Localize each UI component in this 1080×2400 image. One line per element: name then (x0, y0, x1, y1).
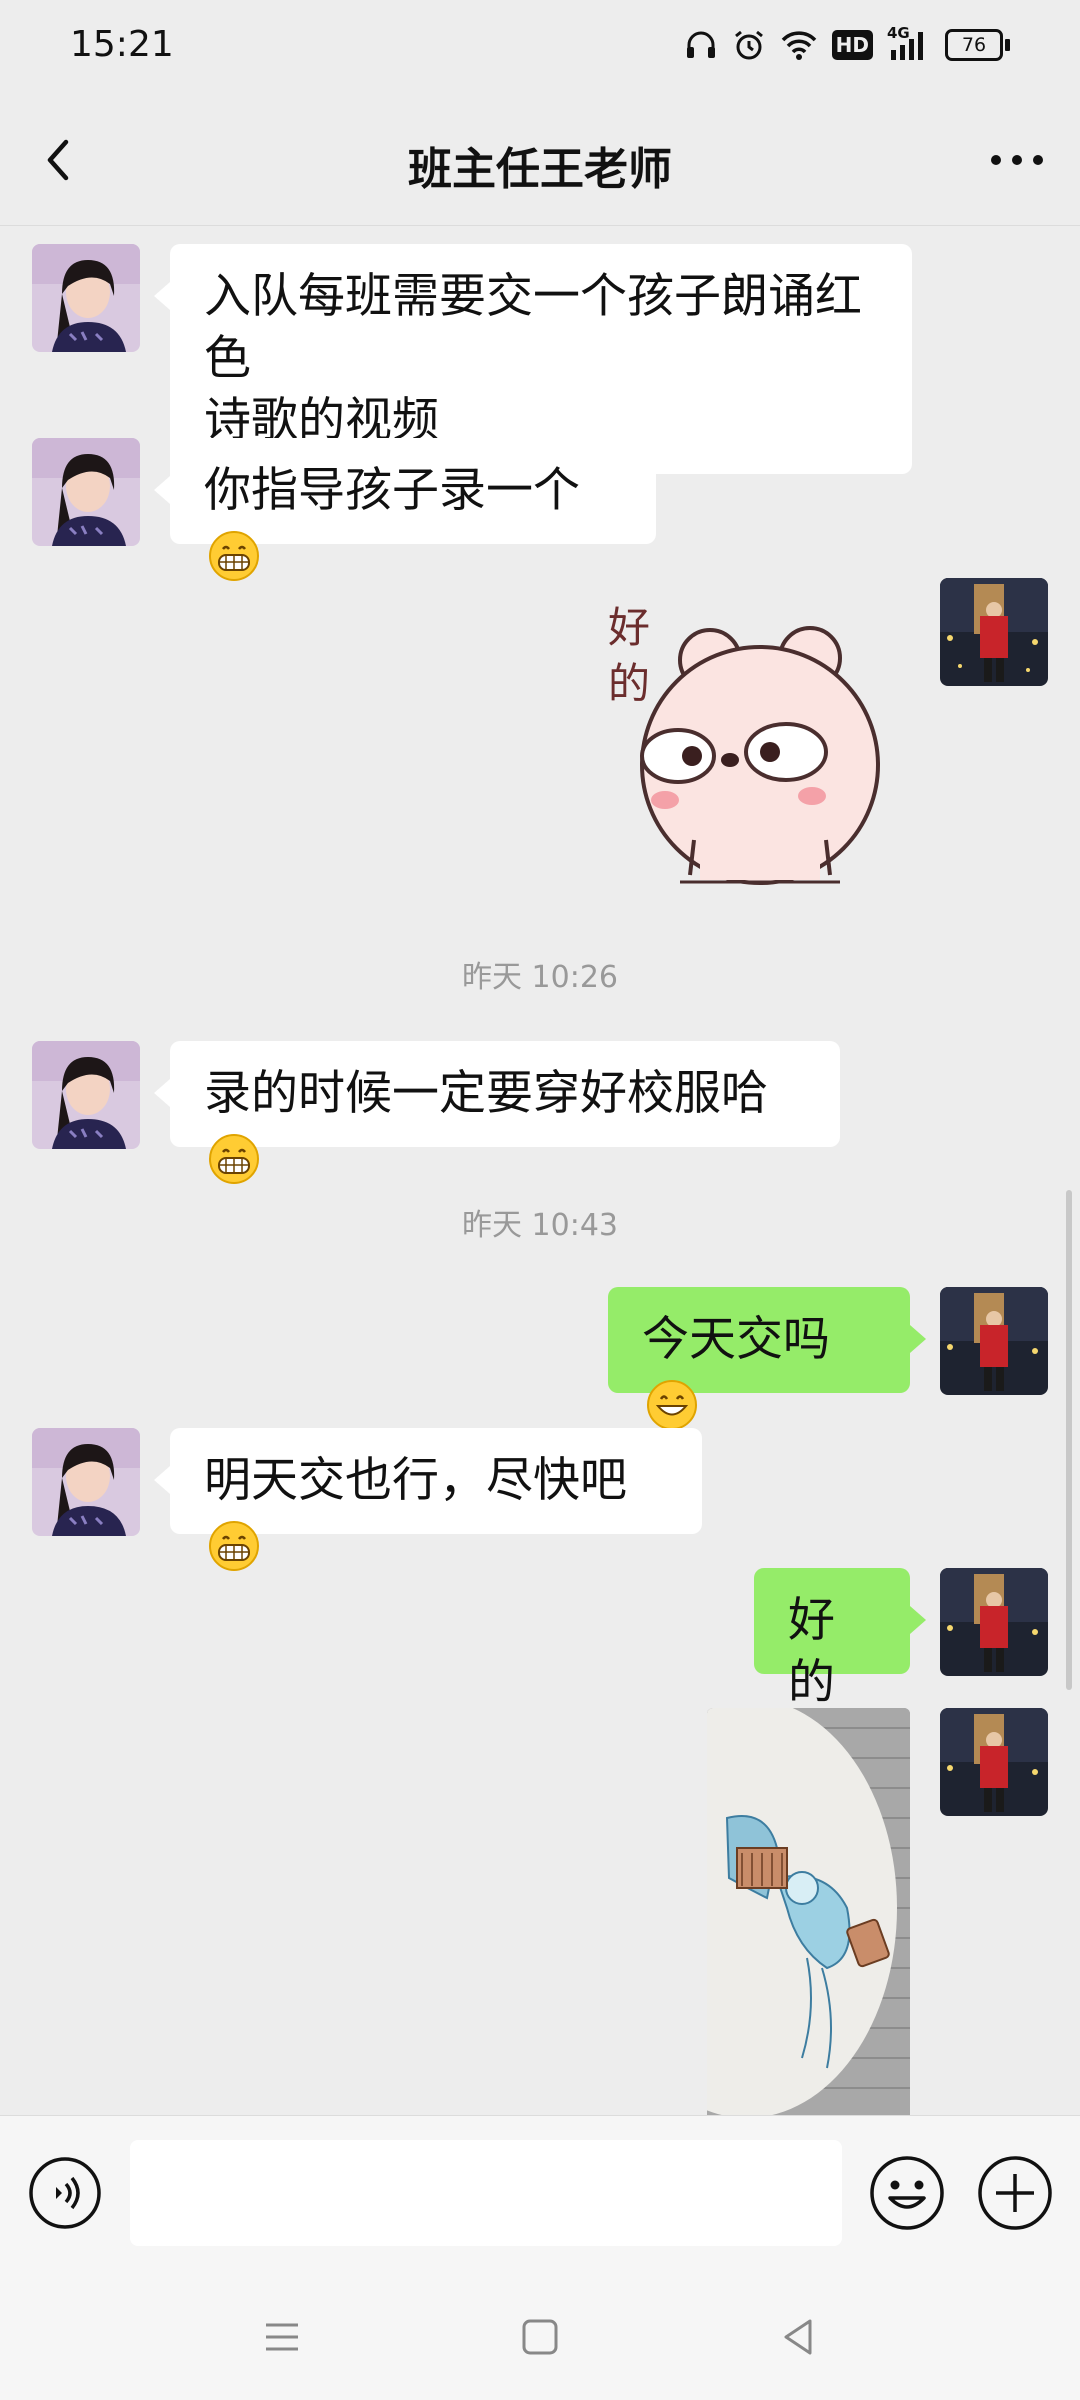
timestamp: 昨天 10:26 (462, 960, 618, 995)
home-nav-icon[interactable] (516, 2313, 564, 2361)
message-text: 今天交吗 (642, 1312, 830, 1367)
timestamp: 昨天 10:43 (462, 1208, 618, 1243)
headphone-icon (686, 31, 715, 58)
message-text: 好的 (788, 1593, 835, 1710)
message-bubble[interactable]: 录的时候一定要穿好校服哈 (170, 1041, 840, 1184)
teacher-avatar[interactable] (32, 438, 140, 546)
status-bar: 15:21 HD 4G 76 (0, 0, 1080, 95)
chat-header: 班主任王老师 (0, 95, 1080, 226)
system-navigation-bar (0, 2275, 1080, 2400)
grin-emoji-icon (209, 1133, 259, 1184)
plus-icon[interactable] (976, 2154, 1054, 2232)
message-bubble[interactable]: 你指导孩子录一个 (170, 438, 656, 581)
emoji-icon[interactable] (868, 2154, 946, 2232)
my-avatar[interactable] (940, 1708, 1048, 1816)
chat-scrollbar[interactable] (1066, 1190, 1072, 1690)
teacher-avatar[interactable] (32, 1428, 140, 1536)
message-text: 入队每班需要交一个孩子朗诵红色 诗歌的视频 (204, 269, 862, 448)
status-icons: HD 4G 76 (684, 24, 1010, 62)
wifi-icon (781, 31, 816, 60)
voice-icon[interactable] (28, 2156, 102, 2230)
message-input[interactable] (130, 2140, 842, 2246)
grin-emoji-icon (209, 530, 259, 581)
hd-badge: HD (831, 30, 873, 60)
status-time: 15:21 (70, 24, 174, 65)
message-text: 录的时候一定要穿好校服哈 (204, 1066, 768, 1121)
message-bubble[interactable]: 今天交吗 (608, 1287, 910, 1430)
menu-nav-icon[interactable] (258, 2313, 306, 2361)
grin-emoji-icon (209, 1520, 259, 1571)
battery-level: 76 (945, 29, 1003, 61)
message-bubble[interactable]: 好的 (754, 1568, 910, 1710)
signal-icon: 4G (887, 24, 931, 62)
message-bubble[interactable]: 明天交也行，尽快吧 (170, 1428, 702, 1571)
image-message[interactable] (707, 1708, 910, 2115)
alarm-icon (734, 30, 763, 60)
message-text: 明天交也行，尽快吧 (204, 1453, 627, 1508)
my-avatar[interactable] (940, 1287, 1048, 1395)
smile-emoji-icon (647, 1379, 697, 1430)
bear-sticker[interactable]: 好 的 (590, 590, 890, 900)
back-nav-icon[interactable] (774, 2313, 822, 2361)
battery-indicator: 76 (945, 29, 1010, 61)
teacher-avatar[interactable] (32, 1041, 140, 1149)
my-avatar[interactable] (940, 578, 1048, 686)
chat-title: 班主任王老师 (408, 144, 672, 195)
more-dots-icon[interactable] (982, 135, 1052, 185)
my-avatar[interactable] (940, 1568, 1048, 1676)
message-text: 你指导孩子录一个 (204, 463, 580, 518)
teacher-avatar[interactable] (32, 244, 140, 352)
input-bar (0, 2115, 1080, 2276)
